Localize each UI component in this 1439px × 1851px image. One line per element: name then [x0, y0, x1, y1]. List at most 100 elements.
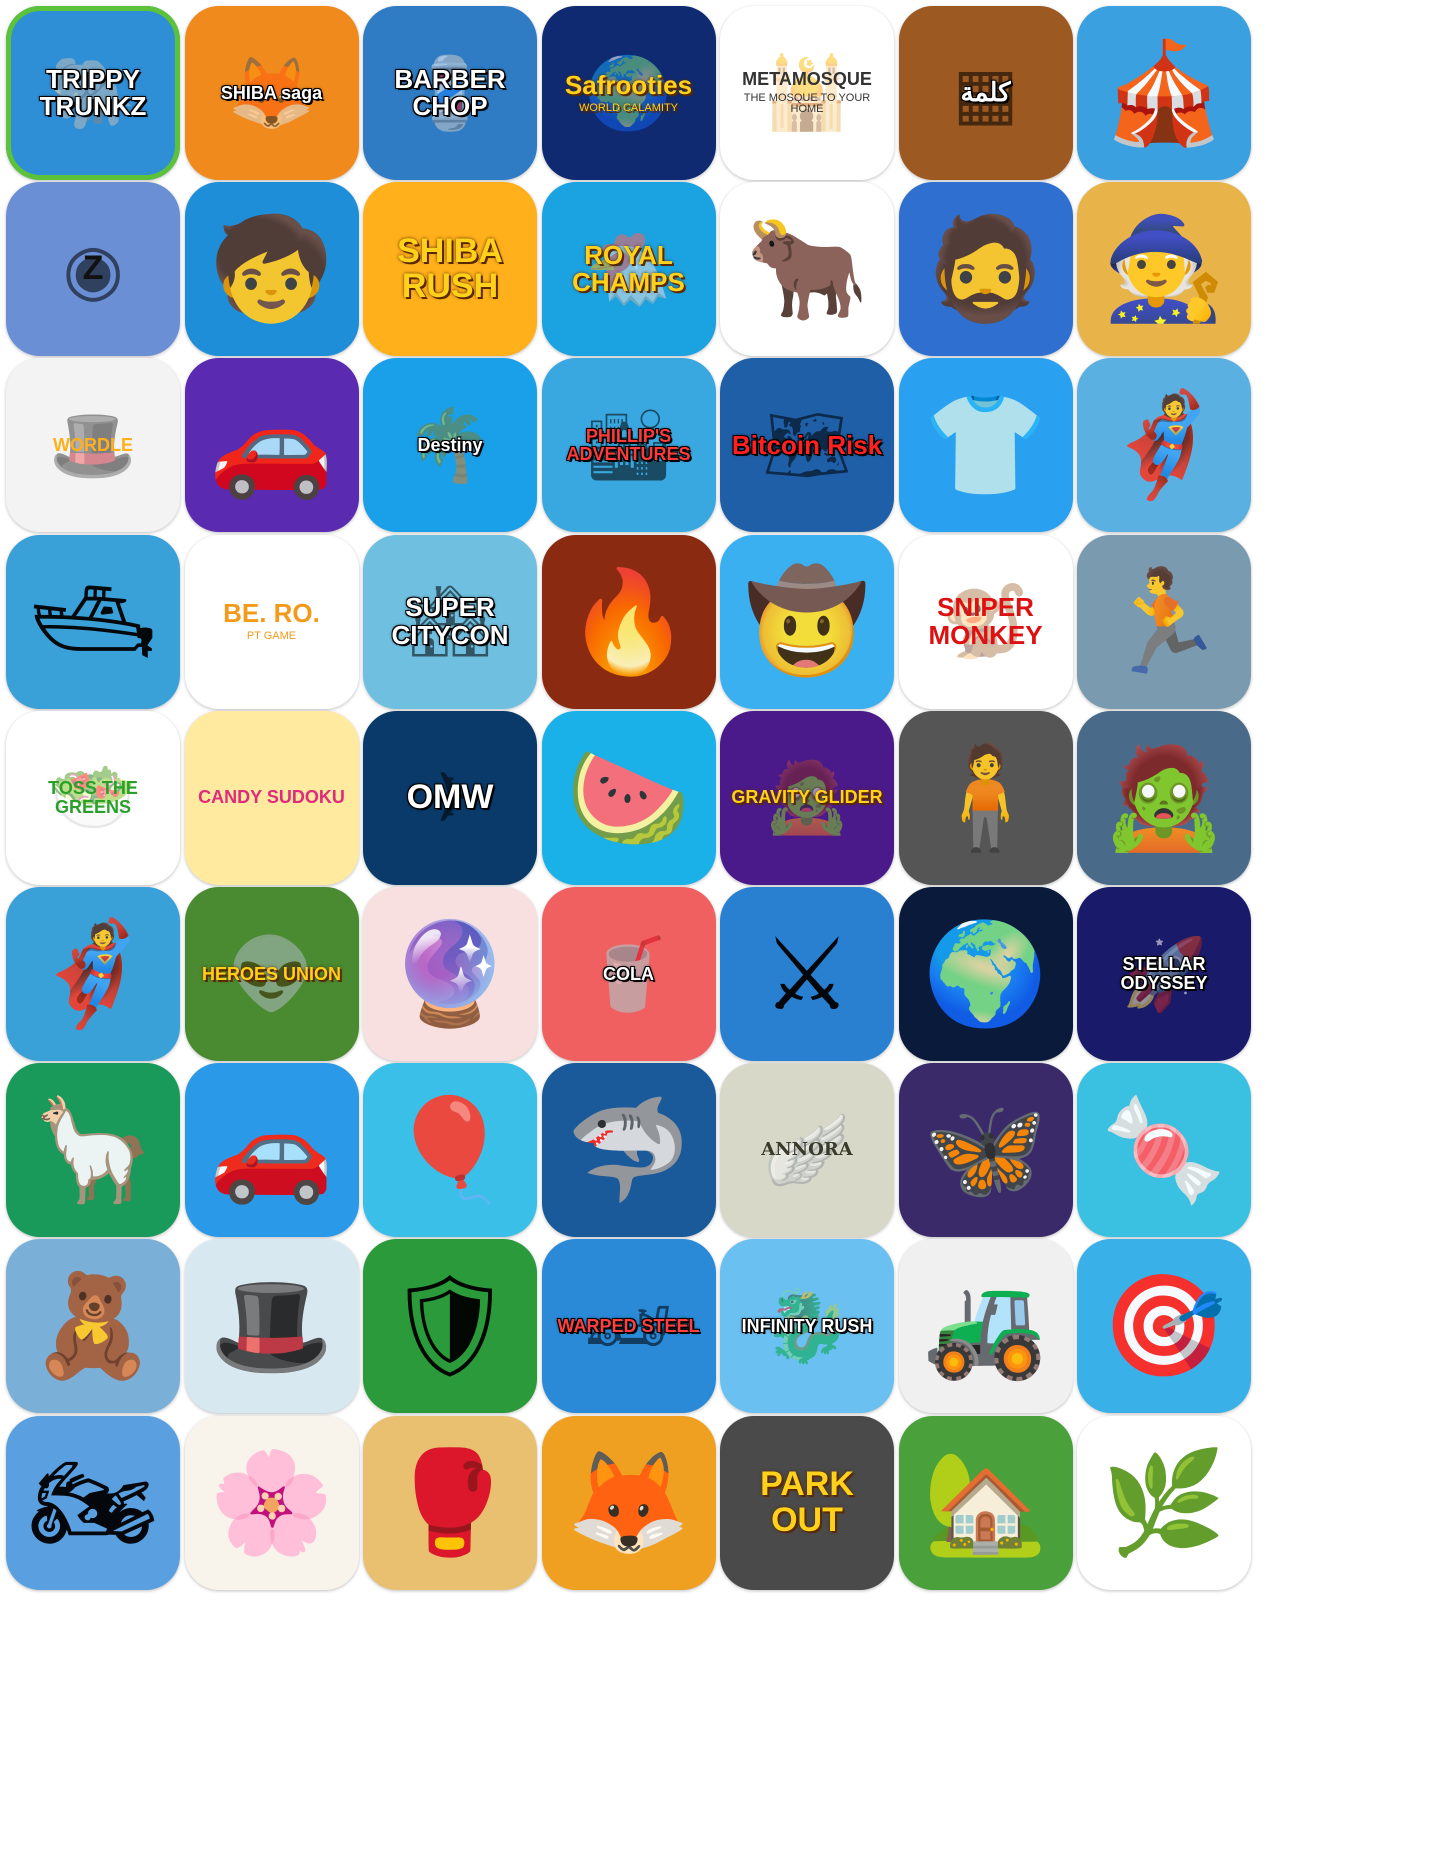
app-icon[interactable]: SHIBA RUSH — [363, 182, 537, 357]
app-subtitle: THE MOSQUE TO YOUR HOME — [743, 91, 871, 116]
app-icon[interactable]: 🥗 TOSS THE GREENS — [6, 710, 180, 885]
app-icon-art: 🧔 — [899, 182, 1073, 356]
app-title: GRAVITY GLIDER — [731, 787, 883, 808]
app-icon-art: ⚔ — [720, 887, 894, 1061]
app-art-icon: 🧍 — [923, 738, 1048, 856]
app-icon-art: 🏙 PHILLIP'S ADVENTURES — [542, 358, 716, 532]
app-icon[interactable]: ✈ OMW — [363, 710, 537, 885]
app-icon[interactable]: 🚗 — [184, 358, 359, 533]
app-icon[interactable]: 🏍 — [6, 1415, 180, 1590]
app-icon[interactable]: CANDY SUDOKU — [184, 710, 359, 885]
app-icon[interactable]: 🧒 — [184, 182, 359, 357]
app-icon[interactable]: 🦈 — [541, 1063, 716, 1238]
app-title: INFINITY RUSH — [741, 1315, 873, 1336]
app-icon[interactable]: 🏡 — [898, 1415, 1073, 1590]
app-title: HEROES UNION — [201, 963, 342, 984]
app-art-icon: 🍬 — [1101, 1091, 1227, 1209]
app-icon[interactable]: ⚔ — [720, 887, 894, 1061]
app-icon[interactable]: 🎪 — [1077, 6, 1251, 180]
app-icon-art: 🔥 — [542, 535, 716, 709]
app-icon[interactable]: 🚀 STELLAR ODYSSEY — [1077, 887, 1251, 1061]
app-icon-art: 🎩 — [185, 1239, 359, 1413]
app-icon[interactable]: ▦ كلمة — [898, 6, 1073, 180]
app-icon[interactable]: 🦸 — [1077, 358, 1251, 533]
app-icon[interactable]: 🐂 — [720, 182, 894, 357]
app-art-icon: 🤠 — [744, 562, 870, 680]
app-icon[interactable]: 🎈 — [363, 1063, 537, 1238]
app-icon[interactable]: 🚗 — [184, 1063, 359, 1238]
app-icon[interactable]: 🐒 SNIPER MONKEY — [898, 534, 1073, 709]
app-icon[interactable]: 🗺 Bitcoin Risk — [720, 358, 894, 533]
app-art-icon: 🦸 — [1101, 386, 1227, 504]
app-icon[interactable]: 🏃 — [1077, 534, 1251, 709]
app-art-icon: 🎪 — [1101, 34, 1227, 151]
app-icon[interactable]: 🏘 SUPER CITYCON — [363, 534, 537, 709]
app-icon[interactable]: 🦊 SHIBA saga — [184, 6, 359, 180]
app-icon[interactable]: 🎩 — [184, 1239, 359, 1414]
app-icon[interactable]: 🧔 — [898, 182, 1073, 357]
app-icon[interactable]: ◉ Z — [6, 182, 180, 357]
app-icon-art: 🕌 METAMOSQUE THE MOSQUE TO YOUR HOME — [720, 6, 894, 180]
app-icon-art: 🐂 — [720, 182, 894, 356]
app-icon[interactable]: 🧍 — [898, 710, 1073, 885]
app-icon[interactable]: 🌍 Safrooties WORLD CALAMITY — [541, 6, 716, 180]
app-icon[interactable]: 🧟 GRAVITY GLIDER — [720, 710, 894, 885]
app-icon[interactable]: 🥤 COLA — [541, 887, 716, 1061]
app-icon-art: 🎪 — [1077, 6, 1251, 180]
app-icon[interactable]: 🦊 — [541, 1415, 716, 1590]
app-icon[interactable]: 🐉 INFINITY RUSH — [720, 1239, 894, 1414]
app-icon[interactable]: 💈 BARBER CHOP — [363, 6, 537, 180]
app-icon-art: 🧟 — [1077, 711, 1251, 885]
app-subtitle: PT GAME — [246, 630, 297, 643]
app-icon-art: 🔮 — [363, 887, 537, 1061]
app-icon[interactable]: 👽 HEROES UNION — [184, 887, 359, 1061]
app-subtitle: WORLD CALAMITY — [578, 101, 678, 114]
app-icon[interactable]: 🪽 ANNORA — [720, 1063, 894, 1238]
app-icon-art: 🌍 Safrooties WORLD CALAMITY — [542, 6, 716, 180]
app-icon[interactable]: 🎯 — [1077, 1239, 1251, 1414]
app-icon-art: 🚜 — [899, 1239, 1073, 1413]
app-icon-art: 🧸 — [6, 1239, 180, 1413]
app-icon[interactable]: 🚜 — [898, 1239, 1073, 1414]
app-icon-art: ✈ OMW — [363, 711, 537, 885]
app-icon[interactable]: 🌿 — [1077, 1415, 1251, 1590]
app-icon[interactable]: 🏎 WARPED STEEL — [541, 1239, 716, 1414]
app-icon[interactable]: 🥊 — [363, 1415, 537, 1590]
app-art-icon: 🌍 — [923, 915, 1048, 1032]
app-icon[interactable]: 🦋 — [898, 1063, 1073, 1238]
app-icon[interactable]: 🧙 — [1077, 182, 1251, 357]
app-icon[interactable]: 🔮 — [363, 887, 537, 1061]
app-icon[interactable]: 🍉 — [541, 710, 716, 885]
app-art-icon: 🍉 — [566, 738, 691, 856]
app-icon[interactable]: 🔥 — [541, 534, 716, 709]
app-icon[interactable]: 🍬 — [1077, 1063, 1251, 1238]
app-icon[interactable]: PARK OUT — [720, 1415, 894, 1590]
app-title: SNIPER MONKEY — [928, 592, 1043, 650]
app-icon[interactable]: 🐔 ROYAL CHAMPS — [541, 182, 716, 357]
app-icon[interactable]: 🛡 — [363, 1239, 537, 1414]
app-icon[interactable]: 🛥 — [6, 534, 180, 709]
app-icon[interactable]: 🌴 Destiny — [363, 358, 537, 533]
app-art-icon: 🏡 — [923, 1443, 1048, 1561]
app-icon[interactable]: 🌍 — [898, 887, 1073, 1061]
app-icon[interactable]: 🤠 — [720, 534, 894, 709]
app-icon[interactable]: 🎩 WORDLE — [6, 358, 180, 533]
app-icon-art: 🏘 SUPER CITYCON — [363, 535, 537, 709]
app-icon[interactable]: 🐘 TRIPPY TRUNKZ — [6, 6, 180, 180]
app-icon[interactable]: 🧟 — [1077, 710, 1251, 885]
app-icon[interactable]: 🦸 — [6, 887, 180, 1061]
app-title: TOSS THE GREENS — [48, 777, 138, 817]
app-icon[interactable]: 🌸 — [184, 1415, 359, 1590]
app-icon-art: 🦋 — [899, 1063, 1073, 1237]
app-icon-art: 🗺 Bitcoin Risk — [720, 358, 894, 532]
app-icon-art: 🐘 TRIPPY TRUNKZ — [6, 6, 180, 180]
app-title: BE. RO. PT GAME — [223, 598, 320, 643]
app-icon[interactable]: BE. RO. PT GAME — [184, 534, 359, 709]
app-icon[interactable]: 🕌 METAMOSQUE THE MOSQUE TO YOUR HOME — [720, 6, 894, 180]
app-icon[interactable]: 🧸 — [6, 1239, 180, 1414]
app-art-icon: 🦙 — [30, 1091, 156, 1209]
app-icon[interactable]: 🦙 — [6, 1063, 180, 1238]
app-icon[interactable]: 👕 — [898, 358, 1073, 533]
app-icon[interactable]: 🏙 PHILLIP'S ADVENTURES — [541, 358, 716, 533]
app-icon-art: 🎈 — [363, 1063, 537, 1237]
